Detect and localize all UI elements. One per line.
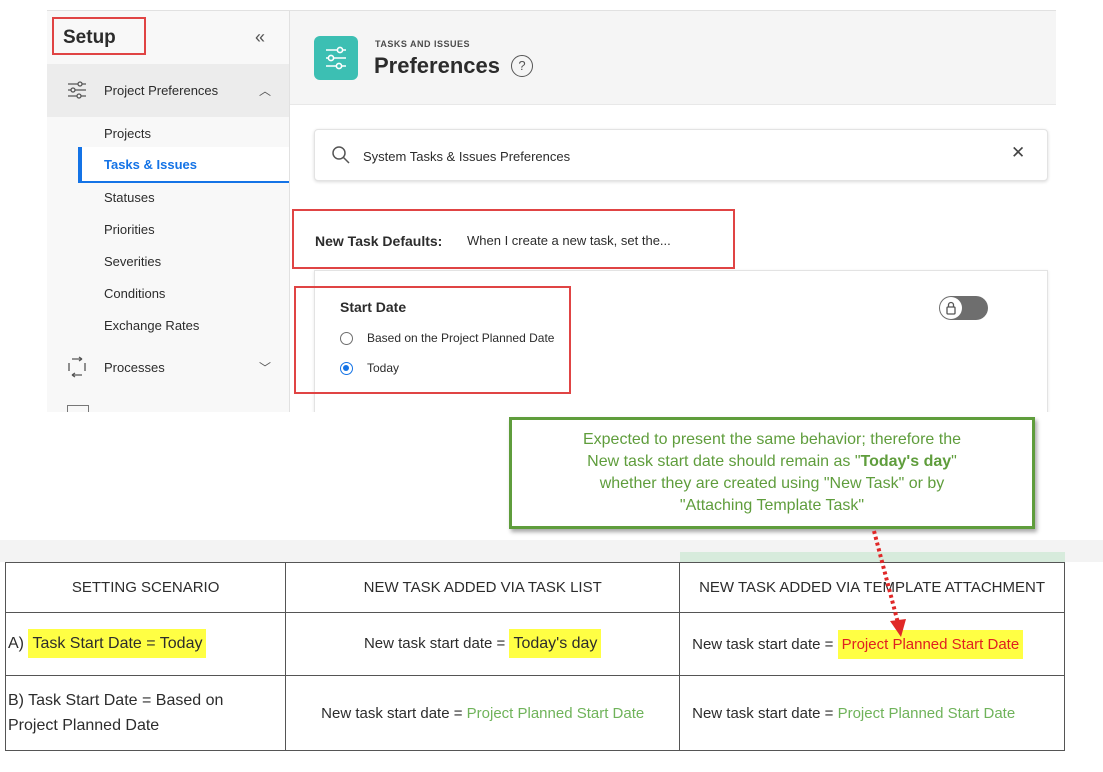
page-eyebrow: TASKS AND ISSUES xyxy=(375,39,471,49)
callout-line: "Attaching Template Task" xyxy=(679,497,865,514)
chevron-down-icon[interactable]: ﹀ xyxy=(259,359,271,376)
new-task-defaults-highlight: New Task Defaults: When I create a new t… xyxy=(292,209,735,269)
sidebar-subitem-conditions[interactable]: Conditions xyxy=(104,286,165,301)
table-cell: New task start date = Project Planned St… xyxy=(285,675,681,751)
callout-text: " xyxy=(951,453,957,470)
cell-prefix: New task start date = xyxy=(692,635,838,653)
sliders-icon xyxy=(314,36,358,80)
cell-value-highlight: Today's day xyxy=(509,629,602,658)
table-cell: A) Task Start Date = Today xyxy=(4,612,287,676)
sidebar-item-processes[interactable]: Processes ﹀ xyxy=(47,345,289,389)
section-description: When I create a new task, set the... xyxy=(467,233,671,248)
scenario-highlight: Task Start Date = Today xyxy=(28,629,207,658)
processes-icon xyxy=(68,356,86,378)
search-input[interactable] xyxy=(361,144,965,168)
radio-label: Based on the Project Planned Date xyxy=(367,331,555,345)
sidebar-item-project-preferences[interactable]: Project Preferences ︿ xyxy=(47,64,289,117)
expected-behavior-callout: Expected to present the same behavior; t… xyxy=(509,417,1035,529)
table-header: SETTING SCENARIO xyxy=(4,562,287,613)
close-icon[interactable]: ✕ xyxy=(1011,143,1025,163)
radio-label: Today xyxy=(367,361,400,375)
sidebar-subitem-label: Tasks & Issues xyxy=(104,157,197,172)
scenario-prefix: A) xyxy=(8,635,29,652)
app-window: Setup « Project Preferences ︿ Projects T… xyxy=(0,0,1103,413)
search-icon xyxy=(332,146,350,164)
table-cell: New task start date = Project Planned St… xyxy=(679,675,1065,751)
sliders-icon xyxy=(68,81,86,99)
start-date-title: Start Date xyxy=(340,299,407,315)
sidebar: Setup « Project Preferences ︿ Projects T… xyxy=(47,11,290,413)
sidebar-subitem-severities[interactable]: Severities xyxy=(104,254,161,269)
callout-line: New task start date should remain as "To… xyxy=(512,451,1032,473)
sidebar-subitem-statuses[interactable]: Statuses xyxy=(104,190,155,205)
page-title: Preferences xyxy=(374,53,500,78)
page-header: TASKS AND ISSUES Preferences ? xyxy=(290,11,1056,105)
cell-value: Project Planned Start Date xyxy=(466,704,645,722)
search-bar: ✕ xyxy=(314,129,1048,181)
sidebar-item-label: Processes xyxy=(104,360,165,375)
callout-text: New task start date should remain as " xyxy=(587,453,861,470)
help-icon[interactable]: ? xyxy=(511,55,533,77)
table-cell: New task start date = Today's day xyxy=(285,612,681,676)
sidebar-item-label: Project Preferences xyxy=(104,83,219,98)
sidebar-subitem-tasks-issues[interactable]: Tasks & Issues xyxy=(78,147,289,183)
cell-prefix: New task start date = xyxy=(363,635,510,652)
cell-value: Project Planned Start Date xyxy=(837,704,1016,722)
callout-emphasis: Today's day xyxy=(860,453,952,470)
chevron-up-icon[interactable]: ︿ xyxy=(259,82,271,99)
table-header: NEW TASK ADDED VIA TASK LIST xyxy=(285,562,681,613)
double-chevron-left-icon[interactable]: « xyxy=(255,27,265,48)
start-date-highlight: Start Date Based on the Project Planned … xyxy=(294,286,571,394)
table-row: B) Task Start Date = Based on Project Pl… xyxy=(4,675,1065,751)
cell-prefix: New task start date = xyxy=(321,704,467,722)
lock-toggle[interactable] xyxy=(939,296,988,320)
cell-prefix: New task start date = xyxy=(692,704,838,722)
radio-project-planned-date[interactable] xyxy=(340,332,353,345)
callout-line: Expected to present the same behavior; t… xyxy=(582,431,961,448)
lock-icon xyxy=(940,297,962,319)
sidebar-subitem-projects[interactable]: Projects xyxy=(104,126,151,141)
sidebar-title: Setup xyxy=(63,27,116,48)
sidebar-subitem-exchange-rates[interactable]: Exchange Rates xyxy=(104,318,199,333)
sidebar-subitem-priorities[interactable]: Priorities xyxy=(104,222,155,237)
section-label: New Task Defaults: xyxy=(315,233,443,249)
radio-today[interactable] xyxy=(340,362,353,375)
dotted-arrow xyxy=(872,530,906,637)
table-cell: B) Task Start Date = Based on Project Pl… xyxy=(4,675,287,751)
callout-line: whether they are created using "New Task… xyxy=(599,475,945,492)
